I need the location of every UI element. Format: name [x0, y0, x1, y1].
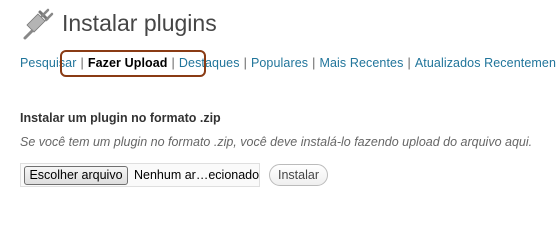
file-input[interactable]: Escolher arquivo Nenhum ar…ecionado [20, 163, 260, 187]
file-status-text: Nenhum ar…ecionado [134, 168, 260, 182]
plugin-plug-icon [23, 8, 54, 40]
upload-description: Se você tem um plugin no formato .zip, v… [20, 135, 533, 149]
install-button[interactable]: Instalar [269, 164, 328, 186]
subnav-separator: | [80, 56, 84, 70]
subnav-separator: | [243, 56, 247, 70]
subnav-separator: | [312, 56, 316, 70]
subnav-item-destaques[interactable]: Destaques [179, 56, 240, 70]
subnav-item-fazer-upload[interactable]: Fazer Upload [88, 56, 168, 70]
subnav-separator: | [171, 56, 175, 70]
upload-heading: Instalar um plugin no formato .zip [20, 111, 221, 125]
subnav-item-pesquisar[interactable]: Pesquisar [20, 56, 77, 70]
subnav-item-atualizados-recentemente[interactable]: Atualizados Recentemente [415, 56, 556, 70]
page-title: Instalar plugins [62, 10, 217, 36]
choose-file-button[interactable]: Escolher arquivo [24, 166, 128, 185]
upload-subnav: Pesquisar | Fazer Upload | Destaques | Popular… [20, 56, 556, 70]
subnav-item-populares[interactable]: Populares [251, 56, 308, 70]
subnav-separator: | [407, 56, 411, 70]
subnav-item-mais-recentes[interactable]: Mais Recentes [319, 56, 403, 70]
